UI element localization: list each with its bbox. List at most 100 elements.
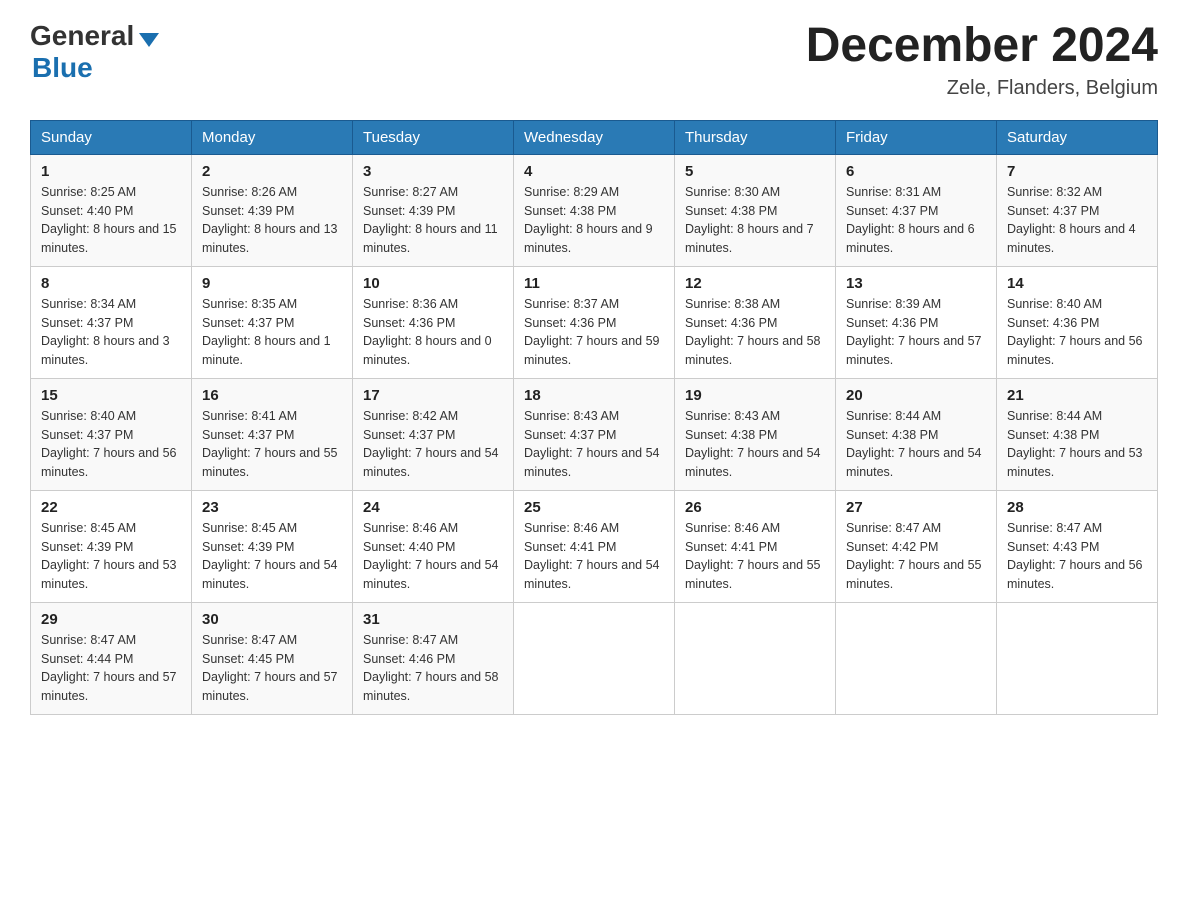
day-number: 24 (363, 499, 503, 516)
day-detail: Sunrise: 8:30 AMSunset: 4:38 PMDaylight:… (685, 183, 825, 258)
day-detail: Sunrise: 8:43 AMSunset: 4:38 PMDaylight:… (685, 407, 825, 482)
day-number: 2 (202, 163, 342, 180)
day-number: 27 (846, 499, 986, 516)
day-number: 26 (685, 499, 825, 516)
calendar-week-row: 15 Sunrise: 8:40 AMSunset: 4:37 PMDaylig… (31, 378, 1158, 490)
day-detail: Sunrise: 8:46 AMSunset: 4:41 PMDaylight:… (685, 519, 825, 594)
day-detail: Sunrise: 8:47 AMSunset: 4:46 PMDaylight:… (363, 631, 503, 706)
day-detail: Sunrise: 8:35 AMSunset: 4:37 PMDaylight:… (202, 295, 342, 370)
calendar-cell: 28 Sunrise: 8:47 AMSunset: 4:43 PMDaylig… (997, 490, 1158, 602)
day-detail: Sunrise: 8:38 AMSunset: 4:36 PMDaylight:… (685, 295, 825, 370)
calendar-cell: 10 Sunrise: 8:36 AMSunset: 4:36 PMDaylig… (353, 266, 514, 378)
month-year-title: December 2024 (806, 20, 1158, 73)
day-detail: Sunrise: 8:43 AMSunset: 4:37 PMDaylight:… (524, 407, 664, 482)
day-detail: Sunrise: 8:26 AMSunset: 4:39 PMDaylight:… (202, 183, 342, 258)
day-detail: Sunrise: 8:25 AMSunset: 4:40 PMDaylight:… (41, 183, 181, 258)
day-number: 17 (363, 387, 503, 404)
calendar-cell: 15 Sunrise: 8:40 AMSunset: 4:37 PMDaylig… (31, 378, 192, 490)
day-detail: Sunrise: 8:40 AMSunset: 4:37 PMDaylight:… (41, 407, 181, 482)
day-number: 7 (1007, 163, 1147, 180)
header-friday: Friday (836, 120, 997, 154)
day-number: 22 (41, 499, 181, 516)
day-detail: Sunrise: 8:31 AMSunset: 4:37 PMDaylight:… (846, 183, 986, 258)
header-sunday: Sunday (31, 120, 192, 154)
page-header: General Blue December 2024 Zele, Flander… (30, 20, 1158, 100)
day-number: 14 (1007, 275, 1147, 292)
calendar-cell: 11 Sunrise: 8:37 AMSunset: 4:36 PMDaylig… (514, 266, 675, 378)
day-number: 23 (202, 499, 342, 516)
calendar-cell: 22 Sunrise: 8:45 AMSunset: 4:39 PMDaylig… (31, 490, 192, 602)
calendar-table: SundayMondayTuesdayWednesdayThursdayFrid… (30, 120, 1158, 715)
calendar-cell: 16 Sunrise: 8:41 AMSunset: 4:37 PMDaylig… (192, 378, 353, 490)
calendar-week-row: 1 Sunrise: 8:25 AMSunset: 4:40 PMDayligh… (31, 154, 1158, 266)
day-detail: Sunrise: 8:29 AMSunset: 4:38 PMDaylight:… (524, 183, 664, 258)
day-number: 31 (363, 611, 503, 628)
calendar-cell (675, 602, 836, 714)
day-number: 4 (524, 163, 664, 180)
day-number: 30 (202, 611, 342, 628)
day-number: 15 (41, 387, 181, 404)
header-monday: Monday (192, 120, 353, 154)
day-number: 6 (846, 163, 986, 180)
day-number: 5 (685, 163, 825, 180)
calendar-cell: 18 Sunrise: 8:43 AMSunset: 4:37 PMDaylig… (514, 378, 675, 490)
calendar-cell: 3 Sunrise: 8:27 AMSunset: 4:39 PMDayligh… (353, 154, 514, 266)
title-block: December 2024 Zele, Flanders, Belgium (806, 20, 1158, 100)
logo-general-text: General (30, 20, 134, 52)
day-number: 11 (524, 275, 664, 292)
calendar-cell: 24 Sunrise: 8:46 AMSunset: 4:40 PMDaylig… (353, 490, 514, 602)
day-number: 9 (202, 275, 342, 292)
day-number: 18 (524, 387, 664, 404)
day-detail: Sunrise: 8:44 AMSunset: 4:38 PMDaylight:… (846, 407, 986, 482)
logo-arrow-icon (139, 33, 159, 47)
calendar-cell (514, 602, 675, 714)
calendar-cell: 13 Sunrise: 8:39 AMSunset: 4:36 PMDaylig… (836, 266, 997, 378)
day-detail: Sunrise: 8:47 AMSunset: 4:44 PMDaylight:… (41, 631, 181, 706)
calendar-header-row: SundayMondayTuesdayWednesdayThursdayFrid… (31, 120, 1158, 154)
calendar-cell: 9 Sunrise: 8:35 AMSunset: 4:37 PMDayligh… (192, 266, 353, 378)
day-detail: Sunrise: 8:36 AMSunset: 4:36 PMDaylight:… (363, 295, 503, 370)
day-number: 13 (846, 275, 986, 292)
calendar-week-row: 29 Sunrise: 8:47 AMSunset: 4:44 PMDaylig… (31, 602, 1158, 714)
logo-blue-text: Blue (32, 52, 93, 84)
day-detail: Sunrise: 8:45 AMSunset: 4:39 PMDaylight:… (41, 519, 181, 594)
calendar-week-row: 8 Sunrise: 8:34 AMSunset: 4:37 PMDayligh… (31, 266, 1158, 378)
calendar-cell (836, 602, 997, 714)
day-detail: Sunrise: 8:46 AMSunset: 4:40 PMDaylight:… (363, 519, 503, 594)
header-tuesday: Tuesday (353, 120, 514, 154)
day-number: 20 (846, 387, 986, 404)
day-number: 28 (1007, 499, 1147, 516)
day-detail: Sunrise: 8:46 AMSunset: 4:41 PMDaylight:… (524, 519, 664, 594)
calendar-cell: 2 Sunrise: 8:26 AMSunset: 4:39 PMDayligh… (192, 154, 353, 266)
calendar-cell: 7 Sunrise: 8:32 AMSunset: 4:37 PMDayligh… (997, 154, 1158, 266)
calendar-cell: 14 Sunrise: 8:40 AMSunset: 4:36 PMDaylig… (997, 266, 1158, 378)
calendar-cell: 31 Sunrise: 8:47 AMSunset: 4:46 PMDaylig… (353, 602, 514, 714)
day-detail: Sunrise: 8:27 AMSunset: 4:39 PMDaylight:… (363, 183, 503, 258)
day-number: 21 (1007, 387, 1147, 404)
calendar-cell: 27 Sunrise: 8:47 AMSunset: 4:42 PMDaylig… (836, 490, 997, 602)
day-detail: Sunrise: 8:47 AMSunset: 4:42 PMDaylight:… (846, 519, 986, 594)
day-number: 16 (202, 387, 342, 404)
header-saturday: Saturday (997, 120, 1158, 154)
day-detail: Sunrise: 8:44 AMSunset: 4:38 PMDaylight:… (1007, 407, 1147, 482)
calendar-cell (997, 602, 1158, 714)
calendar-cell: 30 Sunrise: 8:47 AMSunset: 4:45 PMDaylig… (192, 602, 353, 714)
day-number: 8 (41, 275, 181, 292)
day-number: 25 (524, 499, 664, 516)
location-subtitle: Zele, Flanders, Belgium (806, 77, 1158, 100)
calendar-cell: 25 Sunrise: 8:46 AMSunset: 4:41 PMDaylig… (514, 490, 675, 602)
day-detail: Sunrise: 8:42 AMSunset: 4:37 PMDaylight:… (363, 407, 503, 482)
calendar-cell: 21 Sunrise: 8:44 AMSunset: 4:38 PMDaylig… (997, 378, 1158, 490)
calendar-cell: 23 Sunrise: 8:45 AMSunset: 4:39 PMDaylig… (192, 490, 353, 602)
calendar-cell: 29 Sunrise: 8:47 AMSunset: 4:44 PMDaylig… (31, 602, 192, 714)
calendar-week-row: 22 Sunrise: 8:45 AMSunset: 4:39 PMDaylig… (31, 490, 1158, 602)
day-number: 1 (41, 163, 181, 180)
calendar-cell: 6 Sunrise: 8:31 AMSunset: 4:37 PMDayligh… (836, 154, 997, 266)
day-number: 12 (685, 275, 825, 292)
calendar-cell: 4 Sunrise: 8:29 AMSunset: 4:38 PMDayligh… (514, 154, 675, 266)
calendar-cell: 8 Sunrise: 8:34 AMSunset: 4:37 PMDayligh… (31, 266, 192, 378)
day-number: 29 (41, 611, 181, 628)
day-detail: Sunrise: 8:32 AMSunset: 4:37 PMDaylight:… (1007, 183, 1147, 258)
calendar-cell: 26 Sunrise: 8:46 AMSunset: 4:41 PMDaylig… (675, 490, 836, 602)
day-number: 10 (363, 275, 503, 292)
